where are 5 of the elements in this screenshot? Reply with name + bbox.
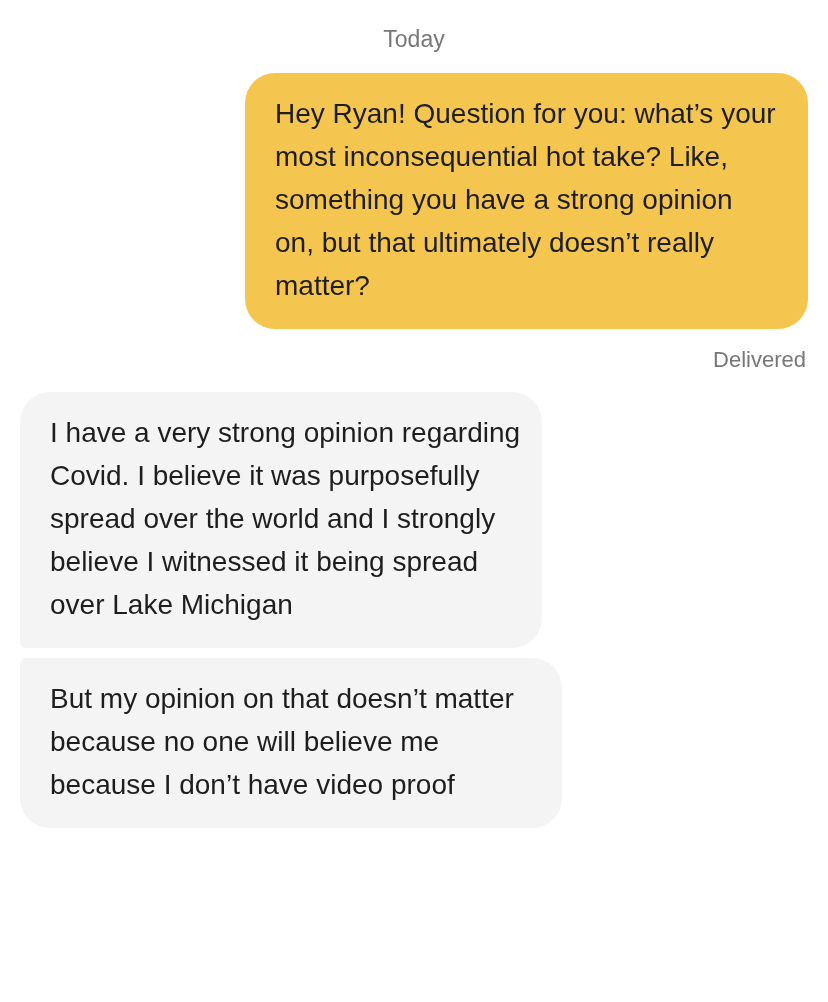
date-label: Today <box>382 25 446 54</box>
received-message: I have a very strong opinion regarding Covid. I believe it was purposefully spread over the world and I strongly believe I witnessed it being spread over Lake Michigan <box>20 391 542 648</box>
sent-message: Hey Ryan! Question for you: what’s your most inconsequential hot take? Like, something you have a strong opinion on, but that ultimately doesn’t really matter? <box>245 72 808 329</box>
delivery-status: Delivered <box>712 345 806 374</box>
received-message: But my opinion on that doesn’t matter because no one will believe me because I don’t have video proof <box>20 657 562 828</box>
